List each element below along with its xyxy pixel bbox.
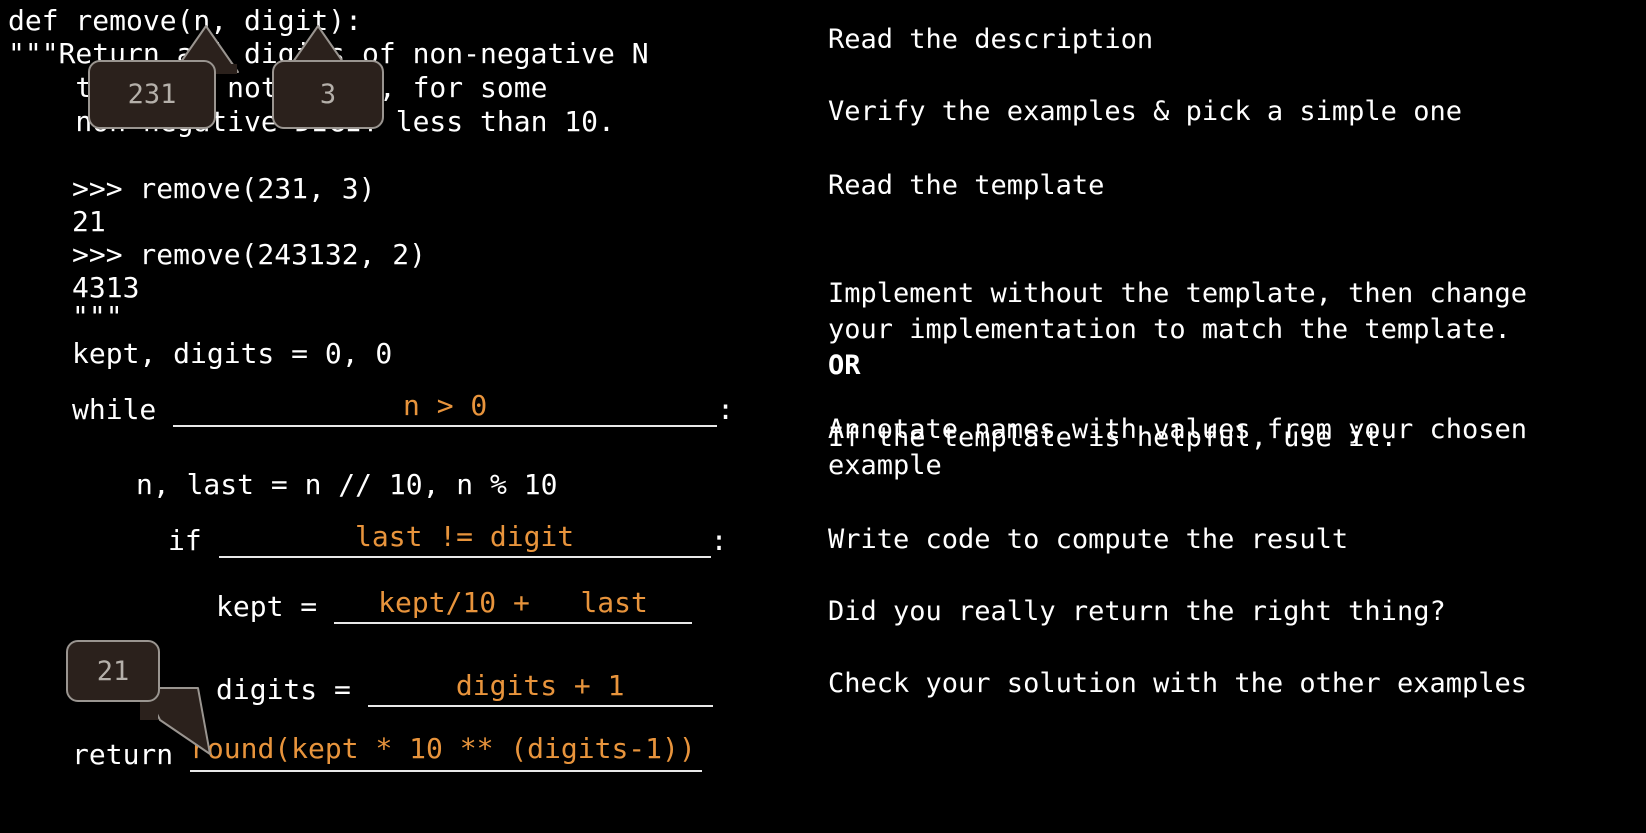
kept-assign-row[interactable]: kept = kept/10 + last [216,586,693,624]
while-condition-answer: n > 0 [403,389,488,422]
if-condition-answer: last != digit [355,520,575,553]
step-annotate-names: Annotate names with values from your cho… [828,414,1527,481]
divmod-statement: n, last = n // 10, n % 10 [136,468,558,501]
step-check-other-examples: Check your solution with the other examp… [828,668,1527,699]
step-implement-before: Implement without the template, then cha… [828,278,1527,345]
return-row[interactable]: return round(kept * 10 ** (digits-1)) [72,732,703,772]
if-condition-blank[interactable]: last != digit [218,520,711,558]
if-colon: : [710,524,728,557]
slide-root: def remove(n, digit): """Return all digi… [0,0,1646,804]
annotation-value-n: 231 [127,79,177,110]
annotation-bubble-return: 21 [66,640,160,702]
return-expression-answer: round(kept * 10 ** (digits-1)) [190,732,696,765]
step-read-description: Read the description [828,24,1154,55]
function-signature: def remove(n, digit): [8,4,363,37]
kept-label: kept = [216,590,335,623]
step-check-return: Did you really return the right thing? [828,596,1446,627]
step-read-template: Read the template [828,170,1105,201]
digits-assign-row[interactable]: digits = digits + 1 [216,671,713,707]
kept-expression-answer: kept/10 + last [378,586,648,619]
kept-expression-blank[interactable]: kept/10 + last [334,586,693,624]
return-expression-blank[interactable]: round(kept * 10 ** (digits-1)) [190,732,703,772]
digits-expression-blank[interactable]: digits + 1 [367,669,713,707]
annotation-value-return: 21 [96,655,130,687]
while-keyword: while [72,393,174,426]
while-blank-row[interactable]: while n > 0 : [72,391,734,427]
steps-pane: Read the description Verify the examples… [828,0,1646,804]
init-statement: kept, digits = 0, 0 [72,337,393,370]
return-keyword: return [72,738,191,771]
step-implement-or: OR [828,350,861,381]
doctest-call-2: >>> remove(243132, 2) [72,238,427,271]
doctest-output-1: 21 [72,205,106,238]
while-condition-blank[interactable]: n > 0 [173,389,718,427]
if-blank-row[interactable]: if last != digit : [168,522,727,558]
step-verify-examples: Verify the examples & pick a simple one [828,96,1462,127]
if-keyword: if [168,524,219,557]
annotation-value-digit: 3 [319,79,337,110]
annotation-bubble-digit: 3 [272,60,384,129]
step-write-code: Write code to compute the result [828,524,1349,555]
digits-label: digits = [216,673,368,706]
doctest-call-1: >>> remove(231, 3) [72,172,376,205]
annotation-bubble-n: 231 [88,60,216,129]
docstring-close: """ [72,300,123,333]
digits-expression-answer: digits + 1 [455,669,625,702]
code-template-pane: def remove(n, digit): """Return all digi… [0,0,823,804]
while-colon: : [717,393,735,426]
